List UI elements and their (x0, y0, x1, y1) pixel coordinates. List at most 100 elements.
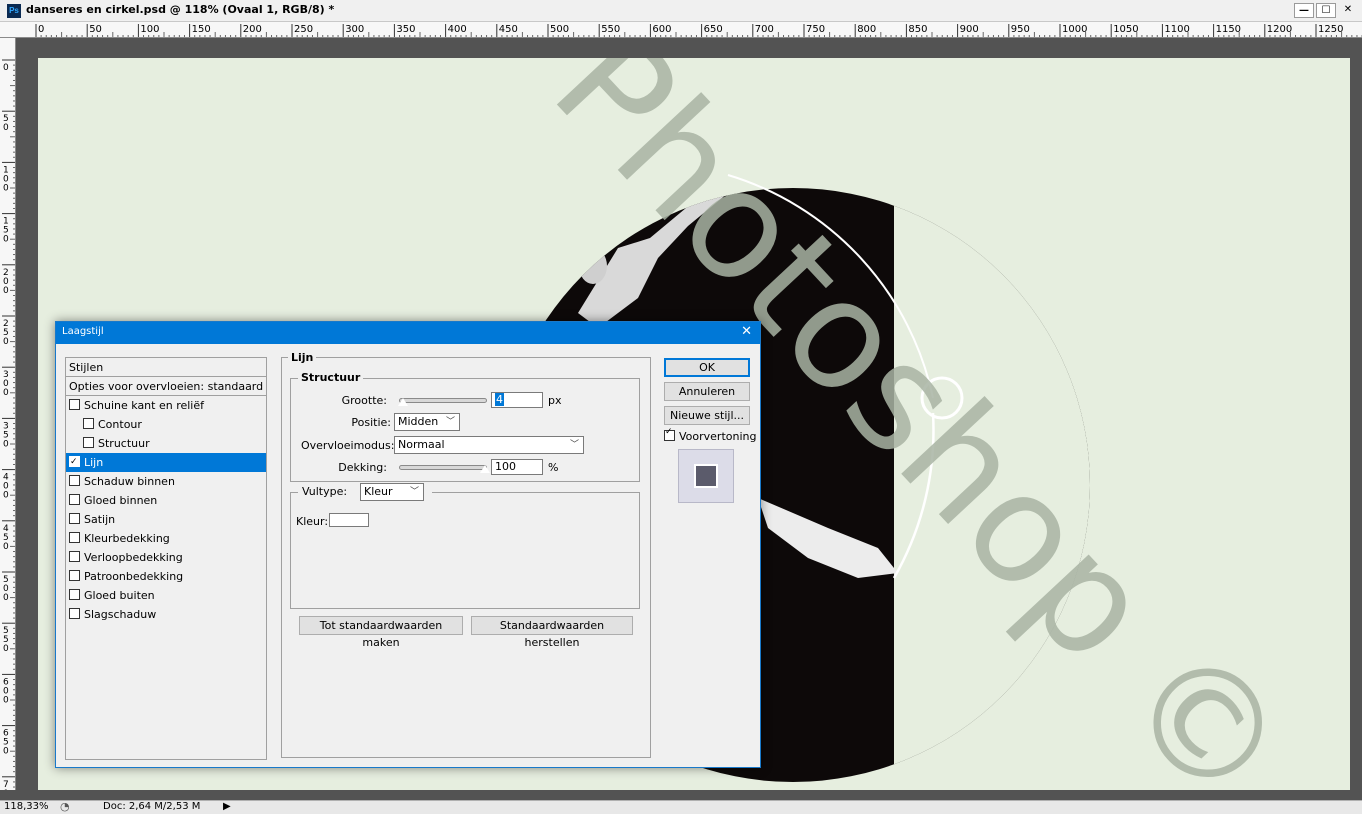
style-item-label: Contour (98, 418, 142, 431)
minimize-button[interactable]: — (1294, 3, 1314, 18)
status-bar: 118,33% ◔ Doc: 2,64 M/2,53 M ▶ (0, 800, 1362, 814)
style-item-label: Structuur (98, 437, 150, 450)
checkbox-icon[interactable] (69, 570, 80, 581)
checkbox-icon[interactable] (69, 475, 80, 486)
doc-size: Doc: 2,64 M/2,53 M (103, 801, 201, 812)
style-item-schaduw-binnen[interactable]: Schaduw binnen (66, 472, 266, 491)
ruler-label-digit: 0 (3, 747, 9, 757)
fill-type-value: Kleur (364, 485, 393, 498)
opacity-input[interactable]: 100 (491, 459, 543, 475)
style-item-gloed-binnen[interactable]: Gloed binnen (66, 491, 266, 510)
dialog-close-icon[interactable]: ✕ (741, 324, 752, 339)
checkbox-icon[interactable] (69, 532, 80, 543)
ruler-label: 50 (89, 24, 102, 35)
maximize-button[interactable]: ☐ (1316, 3, 1336, 18)
style-item-label: Schaduw binnen (84, 475, 175, 488)
opacity-slider[interactable] (399, 464, 491, 474)
ruler-label: 800 (857, 24, 876, 35)
style-item-label: Slagschaduw (84, 608, 157, 621)
style-item-gloed-buiten[interactable]: Gloed buiten (66, 586, 266, 605)
opacity-label: Dekking: (338, 461, 387, 474)
checkbox-icon[interactable] (69, 608, 80, 619)
size-value: 4 (495, 393, 504, 406)
reset-default-button[interactable]: Standaardwaarden herstellen (471, 616, 633, 649)
ruler-label-digit: 0 (3, 491, 9, 501)
style-item-structuur[interactable]: Structuur (66, 434, 266, 453)
style-item-schuine-kant-en-reli-f[interactable]: Schuine kant en reliëf (66, 396, 266, 415)
size-slider-thumb[interactable] (397, 397, 409, 407)
ruler-label: 450 (499, 24, 518, 35)
color-swatch[interactable] (329, 513, 369, 527)
chevron-down-icon: ﹀ (569, 440, 579, 450)
zoom-info-icon[interactable]: ◔ (60, 800, 70, 813)
style-item-slagschaduw[interactable]: Slagschaduw (66, 605, 266, 624)
style-item-label: Patroonbedekking (84, 570, 184, 583)
preview-checkbox[interactable]: Voorvertoning (664, 427, 757, 443)
size-input[interactable]: 4 (491, 392, 543, 408)
new-style-button[interactable]: Nieuwe stijl... (664, 406, 750, 425)
style-item-label: Schuine kant en reliëf (84, 399, 205, 412)
fill-type-select[interactable]: Kleur ﹀ (360, 483, 424, 501)
close-button[interactable]: ✕ (1338, 3, 1358, 18)
style-item-lijn[interactable]: Lijn (66, 453, 266, 472)
styles-header[interactable]: Stijlen (66, 358, 266, 377)
style-item-label: Gloed binnen (84, 494, 158, 507)
checkbox-icon[interactable] (83, 437, 94, 448)
preview-square (694, 464, 718, 488)
ruler-label-digit: 0 (3, 63, 9, 73)
zoom-level[interactable]: 118,33% (4, 801, 49, 812)
style-item-label: Kleurbedekking (84, 532, 170, 545)
structure-group-title: Structuur (298, 371, 364, 384)
ruler-label-digit: 0 (3, 593, 9, 603)
blend-mode-label: Overvloeimodus: (301, 439, 395, 452)
fill-type-label: Vultype: (302, 485, 348, 498)
preview-check-icon (664, 427, 675, 441)
ruler-label: 1150 (1216, 24, 1241, 35)
checkbox-icon[interactable] (69, 494, 80, 505)
style-item-label: Gloed buiten (84, 589, 155, 602)
style-item-satijn[interactable]: Satijn (66, 510, 266, 529)
color-label: Kleur: (296, 515, 329, 528)
checkbox-icon[interactable] (69, 513, 80, 524)
ruler-label: 650 (704, 24, 723, 35)
ruler-label: 0 (38, 24, 44, 35)
style-item-label: Satijn (84, 513, 116, 526)
ruler-label: 1000 (1062, 24, 1087, 35)
horizontal-ruler-ticks: 0 50 100 150 200 250 300 350 400 450 500 550 600 650 7… (35, 24, 1362, 37)
vertical-ruler[interactable]: 0501001502002503003504004505005506006507… (0, 38, 16, 790)
style-item-verloopbedekking[interactable]: Verloopbedekking (66, 548, 266, 567)
blend-options-item[interactable]: Opties voor overvloeien: standaard (66, 377, 266, 396)
checkbox-icon[interactable] (69, 453, 80, 472)
preview-label: Voorvertoning (679, 430, 757, 443)
cancel-button[interactable]: Annuleren (664, 382, 750, 401)
dialog-title-bar: Laagstijl ✕ (56, 322, 760, 344)
checkbox-icon[interactable] (69, 589, 80, 600)
stroke-settings-panel: Lijn Structuur Grootte: 4 px Positie: Mi… (281, 351, 651, 758)
document-title-bar: Ps danseres en cirkel.psd @ 118% (Ovaal … (0, 0, 1362, 22)
chevron-down-icon: ﹀ (445, 417, 455, 427)
ruler-label: 250 (294, 24, 313, 35)
ruler-label-digit: 0 (3, 542, 9, 552)
style-item-contour[interactable]: Contour (66, 415, 266, 434)
blend-mode-value: Normaal (398, 438, 445, 451)
status-menu-arrow-icon[interactable]: ▶ (223, 801, 231, 812)
ruler-label: 750 (806, 24, 825, 35)
checkbox-icon[interactable] (69, 399, 80, 410)
style-item-kleurbedekking[interactable]: Kleurbedekking (66, 529, 266, 548)
style-item-patroonbedekking[interactable]: Patroonbedekking (66, 567, 266, 586)
checkbox-icon[interactable] (83, 418, 94, 429)
ruler-label: 1050 (1113, 24, 1138, 35)
ruler-label: 600 (652, 24, 671, 35)
blend-mode-select[interactable]: Normaal ﹀ (394, 436, 584, 454)
fill-type-header: Vultype: Kleur ﹀ (298, 483, 432, 501)
ruler-label: 550 (601, 24, 620, 35)
make-default-button[interactable]: Tot standaardwaarden maken (299, 616, 463, 649)
fill-type-group: Vultype: Kleur ﹀ Kleur: (290, 483, 640, 609)
ruler-label-digit: 0 (3, 644, 9, 654)
ok-button[interactable]: OK (664, 358, 750, 377)
position-select[interactable]: Midden ﹀ (394, 413, 460, 431)
opacity-slider-thumb[interactable] (479, 464, 491, 474)
horizontal-ruler[interactable]: 0 50 100 150 200 250 300 350 400 450 500 550 600 650 7… (12, 22, 1362, 38)
size-slider[interactable] (397, 397, 487, 407)
checkbox-icon[interactable] (69, 551, 80, 562)
